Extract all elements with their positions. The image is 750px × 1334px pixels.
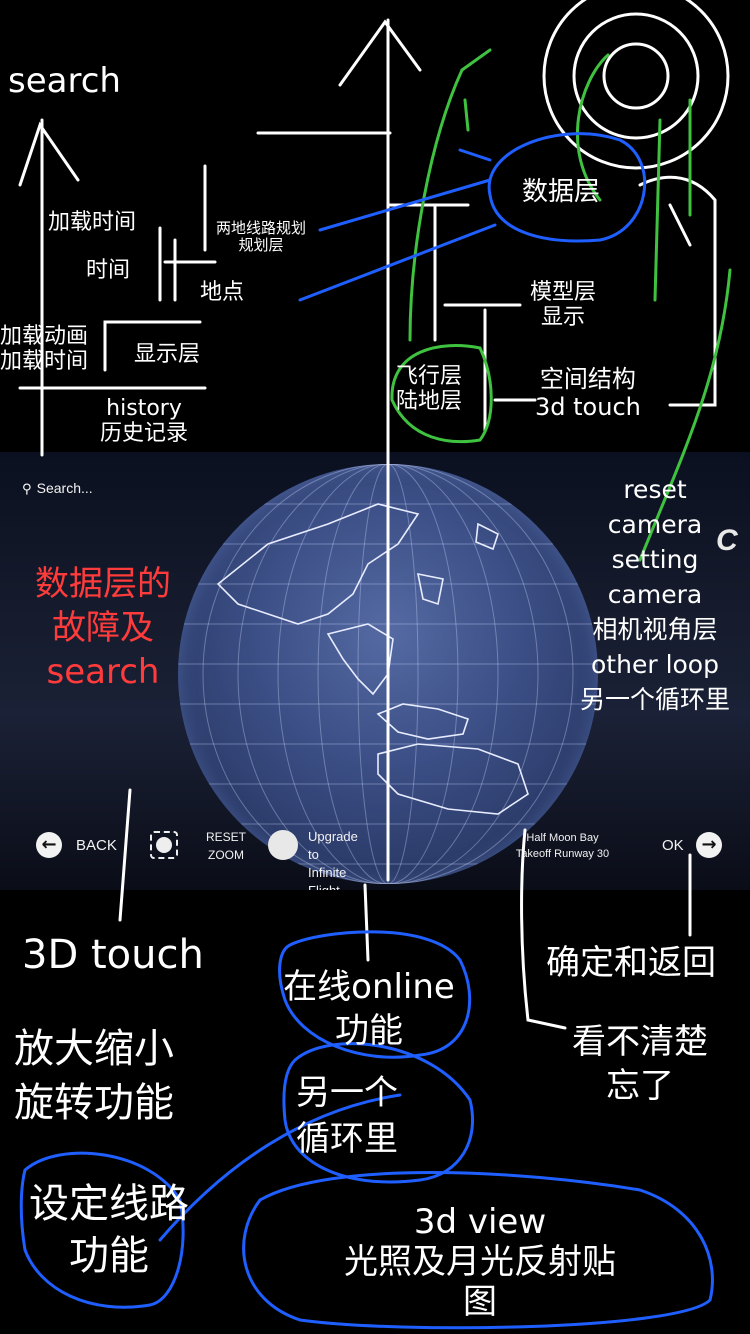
note-model-layer: 模型层 显示 — [530, 280, 597, 331]
note-camera: reset camera setting camera 相机视角层 other … — [579, 475, 730, 714]
note-forgot: 看不清楚 忘了 — [572, 1022, 708, 1106]
note-confirm-back: 确定和返回 — [546, 943, 716, 983]
note-data-layer: 数据层 — [522, 177, 601, 207]
note-flight-layer: 飞行层 陆地层 — [396, 364, 463, 415]
note-load-time: 加载时间 — [48, 210, 137, 235]
note-route-planning: 两地线路规划 规划层 — [216, 219, 307, 255]
note-place: 地点 — [200, 280, 245, 305]
note-search: search — [8, 61, 121, 101]
note-spatial: 空间结构 3d touch — [535, 365, 641, 421]
note-history: history 历史记录 — [100, 396, 189, 447]
note-display-layer: 显示层 — [134, 342, 201, 367]
note-3d-view: 3d view 光照及月光反射贴 图 — [344, 1202, 616, 1322]
note-time: 时间 — [86, 258, 131, 283]
note-online: 在线online 功能 — [283, 967, 455, 1051]
note-data-fault: 数据层的 故障及 search — [35, 564, 171, 693]
note-another-loop: 另一个 循环里 — [296, 1073, 398, 1159]
note-3d-touch: 3D touch — [22, 932, 204, 978]
note-load-anim: 加载动画 加载时间 — [0, 324, 89, 375]
note-route-set: 设定线路 功能 — [29, 1181, 189, 1279]
note-zoom-rotate: 放大缩小 旋转功能 — [14, 1026, 174, 1126]
